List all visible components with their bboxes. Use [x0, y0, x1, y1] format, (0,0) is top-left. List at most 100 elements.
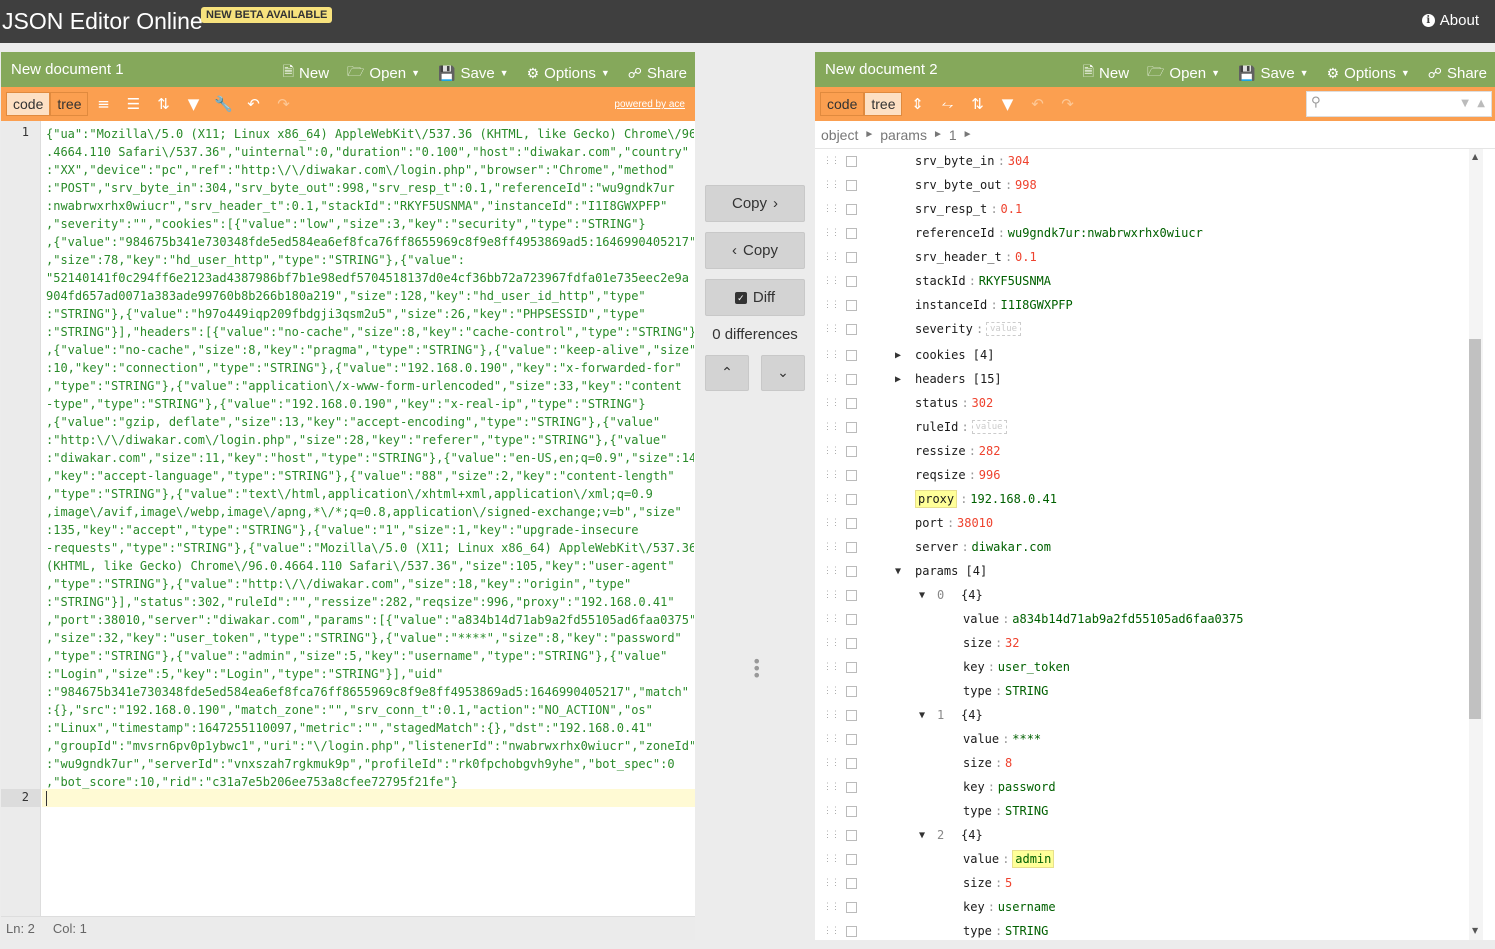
drag-handle-icon[interactable]: ⋮⋮	[823, 591, 840, 600]
tree-value[interactable]: 998	[1015, 178, 1037, 192]
tree-field-name[interactable]: headers	[915, 372, 966, 386]
left-share-button[interactable]: ☍ Share	[628, 61, 687, 85]
tree-row[interactable]: ⋮⋮ ▼ 1 {4}	[815, 703, 1469, 727]
tree-field-name[interactable]: instanceId	[915, 298, 987, 312]
code-text[interactable]: {"ua":"Mozilla\/5.0 (X11; Linux x86_64) …	[46, 125, 694, 791]
context-menu-button[interactable]	[846, 757, 857, 769]
tree-row[interactable]: ⋮⋮ port:38010	[815, 511, 1469, 535]
diff-button[interactable]: ✓ Diff	[705, 279, 805, 316]
drag-handle-icon[interactable]: ⋮⋮	[823, 855, 840, 864]
drag-handle-icon[interactable]: ⋮⋮	[823, 663, 840, 672]
drag-handle-icon[interactable]: ⋮⋮	[823, 687, 840, 696]
search-previous-icon[interactable]: ▲	[1477, 98, 1485, 109]
left-open-button[interactable]: 🗁 Open ▼	[347, 61, 420, 85]
right-save-button[interactable]: 💾 Save ▼	[1238, 61, 1309, 85]
tree-row[interactable]: ⋮⋮ ruleId: value	[815, 415, 1469, 439]
drag-handle-icon[interactable]: ⋮⋮	[823, 615, 840, 624]
tree-field-name[interactable]: key	[963, 660, 985, 674]
tree-row[interactable]: ⋮⋮ value: ****	[815, 727, 1469, 751]
tree-field-name[interactable]: status	[915, 396, 958, 410]
drag-handle-icon[interactable]: ⋮⋮	[823, 807, 840, 816]
drag-handle-icon[interactable]: ⋮⋮	[823, 447, 840, 456]
sort-icon[interactable]: ⇅	[148, 92, 178, 116]
tree-field-name[interactable]: reqsize	[915, 468, 966, 482]
tree-value[interactable]: 5	[1005, 876, 1012, 890]
tree-value[interactable]: 38010	[957, 516, 993, 530]
search-next-icon[interactable]: ▼	[1461, 98, 1469, 109]
tree-value[interactable]: password	[998, 780, 1056, 794]
undo-icon[interactable]: ↶	[238, 92, 268, 116]
tree-row[interactable]: ⋮⋮ srv_byte_in:304	[815, 149, 1469, 173]
tree-value[interactable]: I1I8GWXPFP	[1001, 298, 1073, 312]
tree-value[interactable]: STRING	[1005, 684, 1048, 698]
tree-row[interactable]: ⋮⋮ value: a834b14d71ab9a2fd55105ad6faa0375	[815, 607, 1469, 631]
tree-row[interactable]: ⋮⋮ ▼ 0 {4}	[815, 583, 1469, 607]
context-menu-button[interactable]	[846, 179, 857, 191]
context-menu-button[interactable]	[846, 251, 857, 263]
context-menu-button[interactable]	[846, 445, 857, 457]
tree-row[interactable]: ⋮⋮ referenceId: wu9gndk7ur:nwabrwxrhx0wiuc…	[815, 221, 1469, 245]
context-menu-button[interactable]	[846, 877, 857, 889]
tree-value[interactable]: 192.168.0.41	[970, 492, 1057, 506]
expanded-triangle-icon[interactable]: ▼	[919, 830, 925, 841]
redo-icon[interactable]: ↷	[268, 92, 298, 116]
context-menu-button[interactable]	[846, 733, 857, 745]
tree-row[interactable]: ⋮⋮ ▶ cookies [4]	[815, 343, 1469, 367]
tree-value[interactable]: STRING	[1005, 924, 1048, 938]
left-save-button[interactable]: 💾 Save ▼	[438, 61, 509, 85]
tree-field-name[interactable]: srv_header_t	[915, 250, 1002, 264]
tree-scrollbar-thumb[interactable]	[1469, 339, 1481, 719]
left-mode-code[interactable]: code	[6, 92, 51, 116]
splitter-handle[interactable]: • • •	[752, 654, 761, 684]
drag-handle-icon[interactable]: ⋮⋮	[823, 639, 840, 648]
context-menu-button[interactable]	[846, 299, 857, 311]
tree-row[interactable]: ⋮⋮ stackId: RKYF5USNMA	[815, 269, 1469, 293]
drag-handle-icon[interactable]: ⋮⋮	[823, 157, 840, 166]
collapse-all-icon[interactable]: ⥊	[932, 92, 962, 116]
context-menu-button[interactable]	[846, 323, 857, 335]
context-menu-button[interactable]	[846, 541, 857, 553]
right-mode-code[interactable]: code	[820, 92, 865, 116]
drag-handle-icon[interactable]: ⋮⋮	[823, 831, 840, 840]
tree-field-name[interactable]: 0	[937, 588, 944, 602]
tree-row[interactable]: ⋮⋮ size:5	[815, 871, 1469, 895]
drag-handle-icon[interactable]: ⋮⋮	[823, 543, 840, 552]
tree-value[interactable]: wu9gndk7ur:nwabrwxrhx0wiucr	[1008, 226, 1203, 240]
tree-field-name[interactable]: value	[963, 852, 999, 866]
tree-value[interactable]: 0.1	[1001, 202, 1023, 216]
left-mode-tree[interactable]: tree	[50, 92, 89, 116]
expanded-triangle-icon[interactable]: ▼	[919, 710, 925, 721]
right-new-button[interactable]: 🗎 New	[1083, 61, 1129, 85]
context-menu-button[interactable]	[846, 637, 857, 649]
format-icon[interactable]: ≡	[88, 92, 118, 116]
context-menu-button[interactable]	[846, 373, 857, 385]
tree-row[interactable]: ⋮⋮ reqsize:996	[815, 463, 1469, 487]
right-document-name[interactable]: New document 2	[825, 61, 938, 78]
expanded-triangle-icon[interactable]: ▼	[895, 566, 901, 577]
context-menu-button[interactable]	[846, 781, 857, 793]
drag-handle-icon[interactable]: ⋮⋮	[823, 181, 840, 190]
drag-handle-icon[interactable]: ⋮⋮	[823, 567, 840, 576]
right-share-button[interactable]: ☍ Share	[1428, 61, 1487, 85]
context-menu-button[interactable]	[846, 853, 857, 865]
tree-field-name[interactable]: value	[963, 732, 999, 746]
tree-row[interactable]: ⋮⋮ srv_byte_out:998	[815, 173, 1469, 197]
right-options-button[interactable]: ⚙ Options ▼	[1327, 61, 1410, 85]
tree-value[interactable]: ****	[1012, 732, 1041, 746]
search-input[interactable]	[1329, 97, 1459, 111]
expand-all-icon[interactable]: ⇕	[902, 92, 932, 116]
context-menu-button[interactable]	[846, 469, 857, 481]
context-menu-button[interactable]	[846, 349, 857, 361]
previous-difference-button[interactable]: ⌃	[705, 355, 749, 391]
tree-field-name[interactable]: srv_byte_in	[915, 154, 994, 168]
drag-handle-icon[interactable]: ⋮⋮	[823, 423, 840, 432]
breadcrumb-item[interactable]: 1	[949, 127, 957, 143]
left-options-button[interactable]: ⚙ Options ▼	[527, 61, 610, 85]
filter-icon[interactable]: ▼	[992, 92, 1022, 116]
tree-field-name[interactable]: size	[963, 756, 992, 770]
tree-value[interactable]: 304	[1008, 154, 1030, 168]
tree-field-name[interactable]: stackId	[915, 274, 966, 288]
context-menu-button[interactable]	[846, 901, 857, 913]
tree-row[interactable]: ⋮⋮ ressize:282	[815, 439, 1469, 463]
drag-handle-icon[interactable]: ⋮⋮	[823, 711, 840, 720]
